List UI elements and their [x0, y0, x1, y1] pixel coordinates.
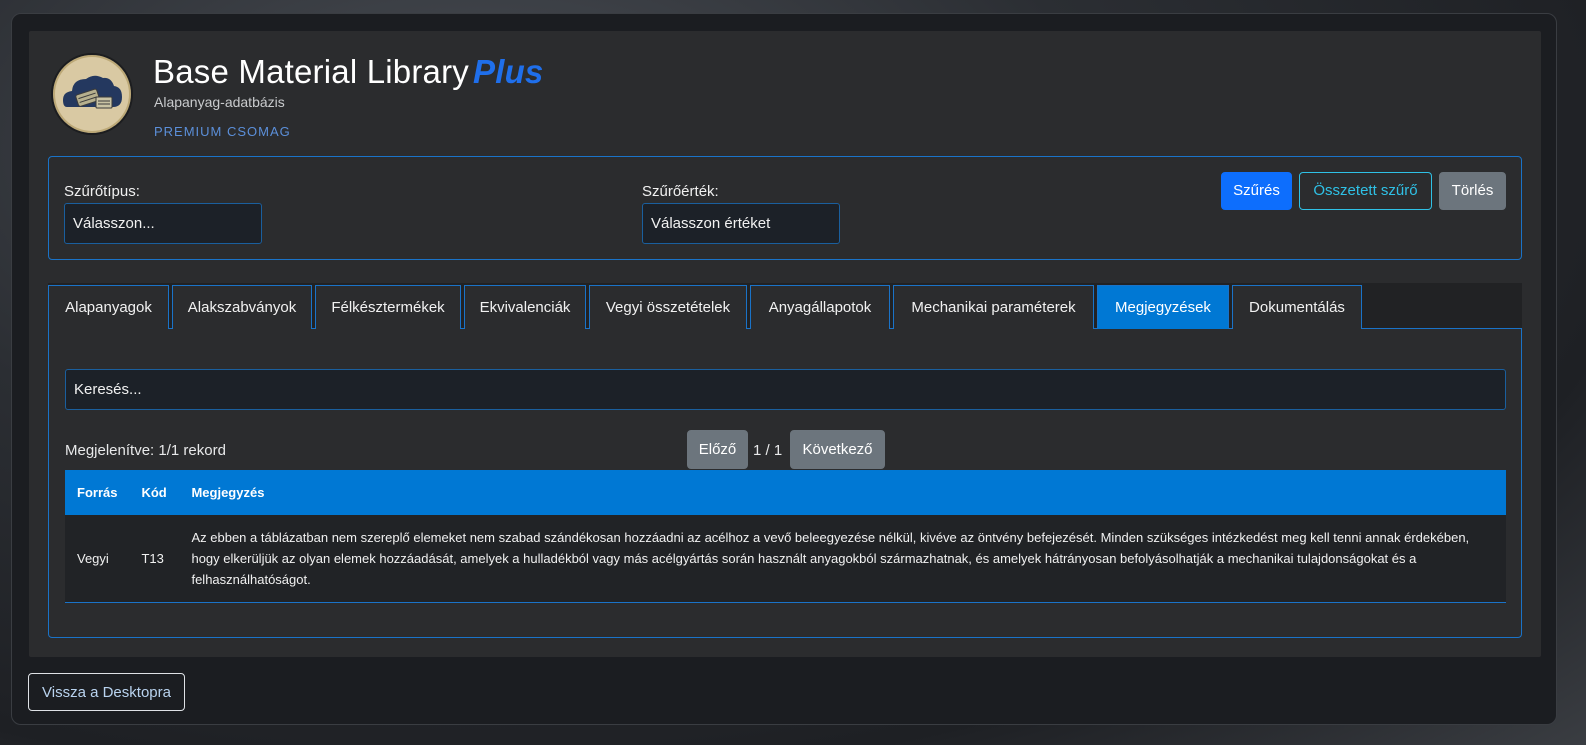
tab-bar: Alapanyagok Alakszabványok Félkésztermék…: [48, 283, 1522, 329]
tab-alakszabvanyok[interactable]: Alakszabványok: [172, 285, 312, 329]
tab-felkesztermekek[interactable]: Félkésztermékek: [315, 285, 461, 329]
column-header-source[interactable]: Forrás: [65, 470, 129, 515]
table-row[interactable]: Vegyi T13 Az ebben a táblázatban nem sze…: [65, 515, 1506, 603]
tab-content: Keresés... Megjelenítve: 1/1 rekord Előz…: [48, 329, 1522, 638]
filter-value-label: Szűrőérték:: [642, 183, 719, 200]
tab-dokumentalas[interactable]: Dokumentálás: [1232, 285, 1362, 329]
next-page-button[interactable]: Következő: [790, 430, 885, 469]
cell-note: Az ebben a táblázatban nem szereplő elem…: [179, 515, 1506, 603]
tab-vegyi-osszetetelek[interactable]: Vegyi összetételek: [589, 285, 747, 329]
column-header-note[interactable]: Megjegyzés: [179, 470, 1506, 515]
filter-type-select[interactable]: Válasszon...: [64, 203, 262, 244]
app-subtitle: Alapanyag-adatbázis: [154, 94, 285, 110]
page-info: 1 / 1: [753, 442, 783, 459]
app-title-text: Base Material Library: [153, 53, 469, 90]
prev-page-button[interactable]: Előző: [687, 430, 748, 469]
app-window: Base Material Library Plus Alapanyag-adat…: [11, 13, 1557, 725]
cloud-database-logo-icon: [51, 53, 133, 135]
clear-button[interactable]: Törlés: [1439, 172, 1506, 210]
compound-filter-button[interactable]: Összetett szűrő: [1299, 172, 1432, 210]
record-count: Megjelenítve: 1/1 rekord: [65, 442, 226, 459]
filter-type-label: Szűrőtípus:: [64, 183, 140, 200]
package-label: PREMIUM CSOMAG: [154, 124, 291, 139]
tab-ekvivalenciak[interactable]: Ekvivalenciák: [464, 285, 586, 329]
filter-button[interactable]: Szűrés: [1221, 172, 1292, 210]
filter-panel: Szűrőtípus: Válasszon... Szűrőérték: Vál…: [48, 156, 1522, 260]
filter-value-select[interactable]: Válasszon értéket: [642, 203, 840, 244]
notes-table: Forrás Kód Megjegyzés Vegyi T13 Az ebben…: [65, 470, 1506, 603]
column-header-code[interactable]: Kód: [129, 470, 179, 515]
tab-alapanyagok[interactable]: Alapanyagok: [48, 285, 169, 329]
tab-anyagallapotok[interactable]: Anyagállapotok: [750, 285, 890, 329]
app-title: Base Material Library Plus: [153, 53, 544, 91]
tab-megjegyzesek[interactable]: Megjegyzések: [1097, 285, 1229, 329]
tab-mechanikai-parameterek[interactable]: Mechanikai paraméterek: [893, 285, 1094, 329]
app-title-accent: Plus: [473, 53, 544, 90]
main-panel: Base Material Library Plus Alapanyag-adat…: [29, 31, 1541, 657]
cell-code: T13: [129, 515, 180, 603]
back-to-desktop-button[interactable]: Vissza a Desktopra: [28, 673, 185, 711]
table-header-row: Forrás Kód Megjegyzés: [65, 470, 1506, 515]
search-input[interactable]: Keresés...: [65, 369, 1506, 410]
cell-source: Vegyi: [65, 515, 130, 603]
